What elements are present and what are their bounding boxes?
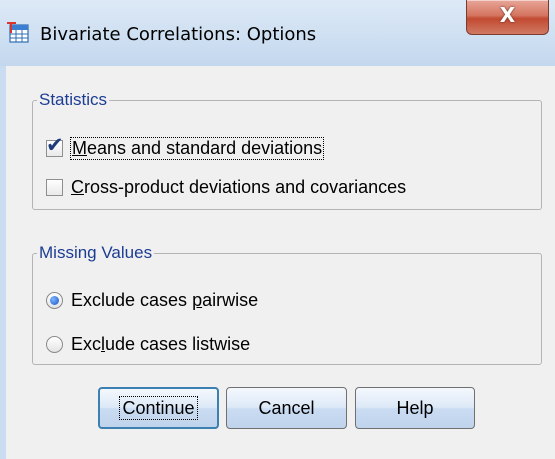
checkmark-icon: ✔ <box>46 132 64 157</box>
checkbox-box[interactable] <box>46 178 63 196</box>
crossproduct-checkbox[interactable]: Cross-product deviations and covariances <box>46 175 406 199</box>
help-button[interactable]: Help <box>355 387 475 429</box>
statistics-legend: Statistics <box>39 90 108 109</box>
cancel-button[interactable]: Cancel <box>226 387 347 429</box>
missing-values-legend: Missing Values <box>39 243 153 262</box>
means-sd-checkbox[interactable]: ✔ Means and standard deviations <box>46 134 325 160</box>
radio-selected-dot <box>50 295 59 305</box>
crossproduct-label: Cross-product deviations and covariances <box>71 176 407 197</box>
dialog-body: Statistics ✔ Means and standard deviatio… <box>6 66 555 459</box>
radio-button[interactable] <box>46 291 63 309</box>
options-dialog: Bivariate Correlations: Options X Statis… <box>0 0 555 459</box>
close-button[interactable]: X <box>466 0 549 35</box>
exclude-pairwise-radio[interactable]: Exclude cases pairwise <box>46 288 258 312</box>
checkbox-box[interactable]: ✔ <box>46 134 64 157</box>
exclude-listwise-radio[interactable]: Exclude cases listwise <box>46 332 250 356</box>
continue-label: Continue <box>119 396 198 420</box>
spss-table-icon <box>7 22 29 43</box>
exclude-listwise-label: Exclude cases listwise <box>71 333 251 354</box>
exclude-pairwise-label: Exclude cases pairwise <box>71 289 259 310</box>
radio-button[interactable] <box>46 335 63 353</box>
continue-button[interactable]: Continue <box>98 387 219 429</box>
window-title: Bivariate Correlations: Options <box>40 24 317 45</box>
means-sd-label: Means and standard deviations <box>69 136 325 160</box>
close-icon: X <box>499 3 516 27</box>
title-bar[interactable]: Bivariate Correlations: Options X <box>0 0 555 66</box>
